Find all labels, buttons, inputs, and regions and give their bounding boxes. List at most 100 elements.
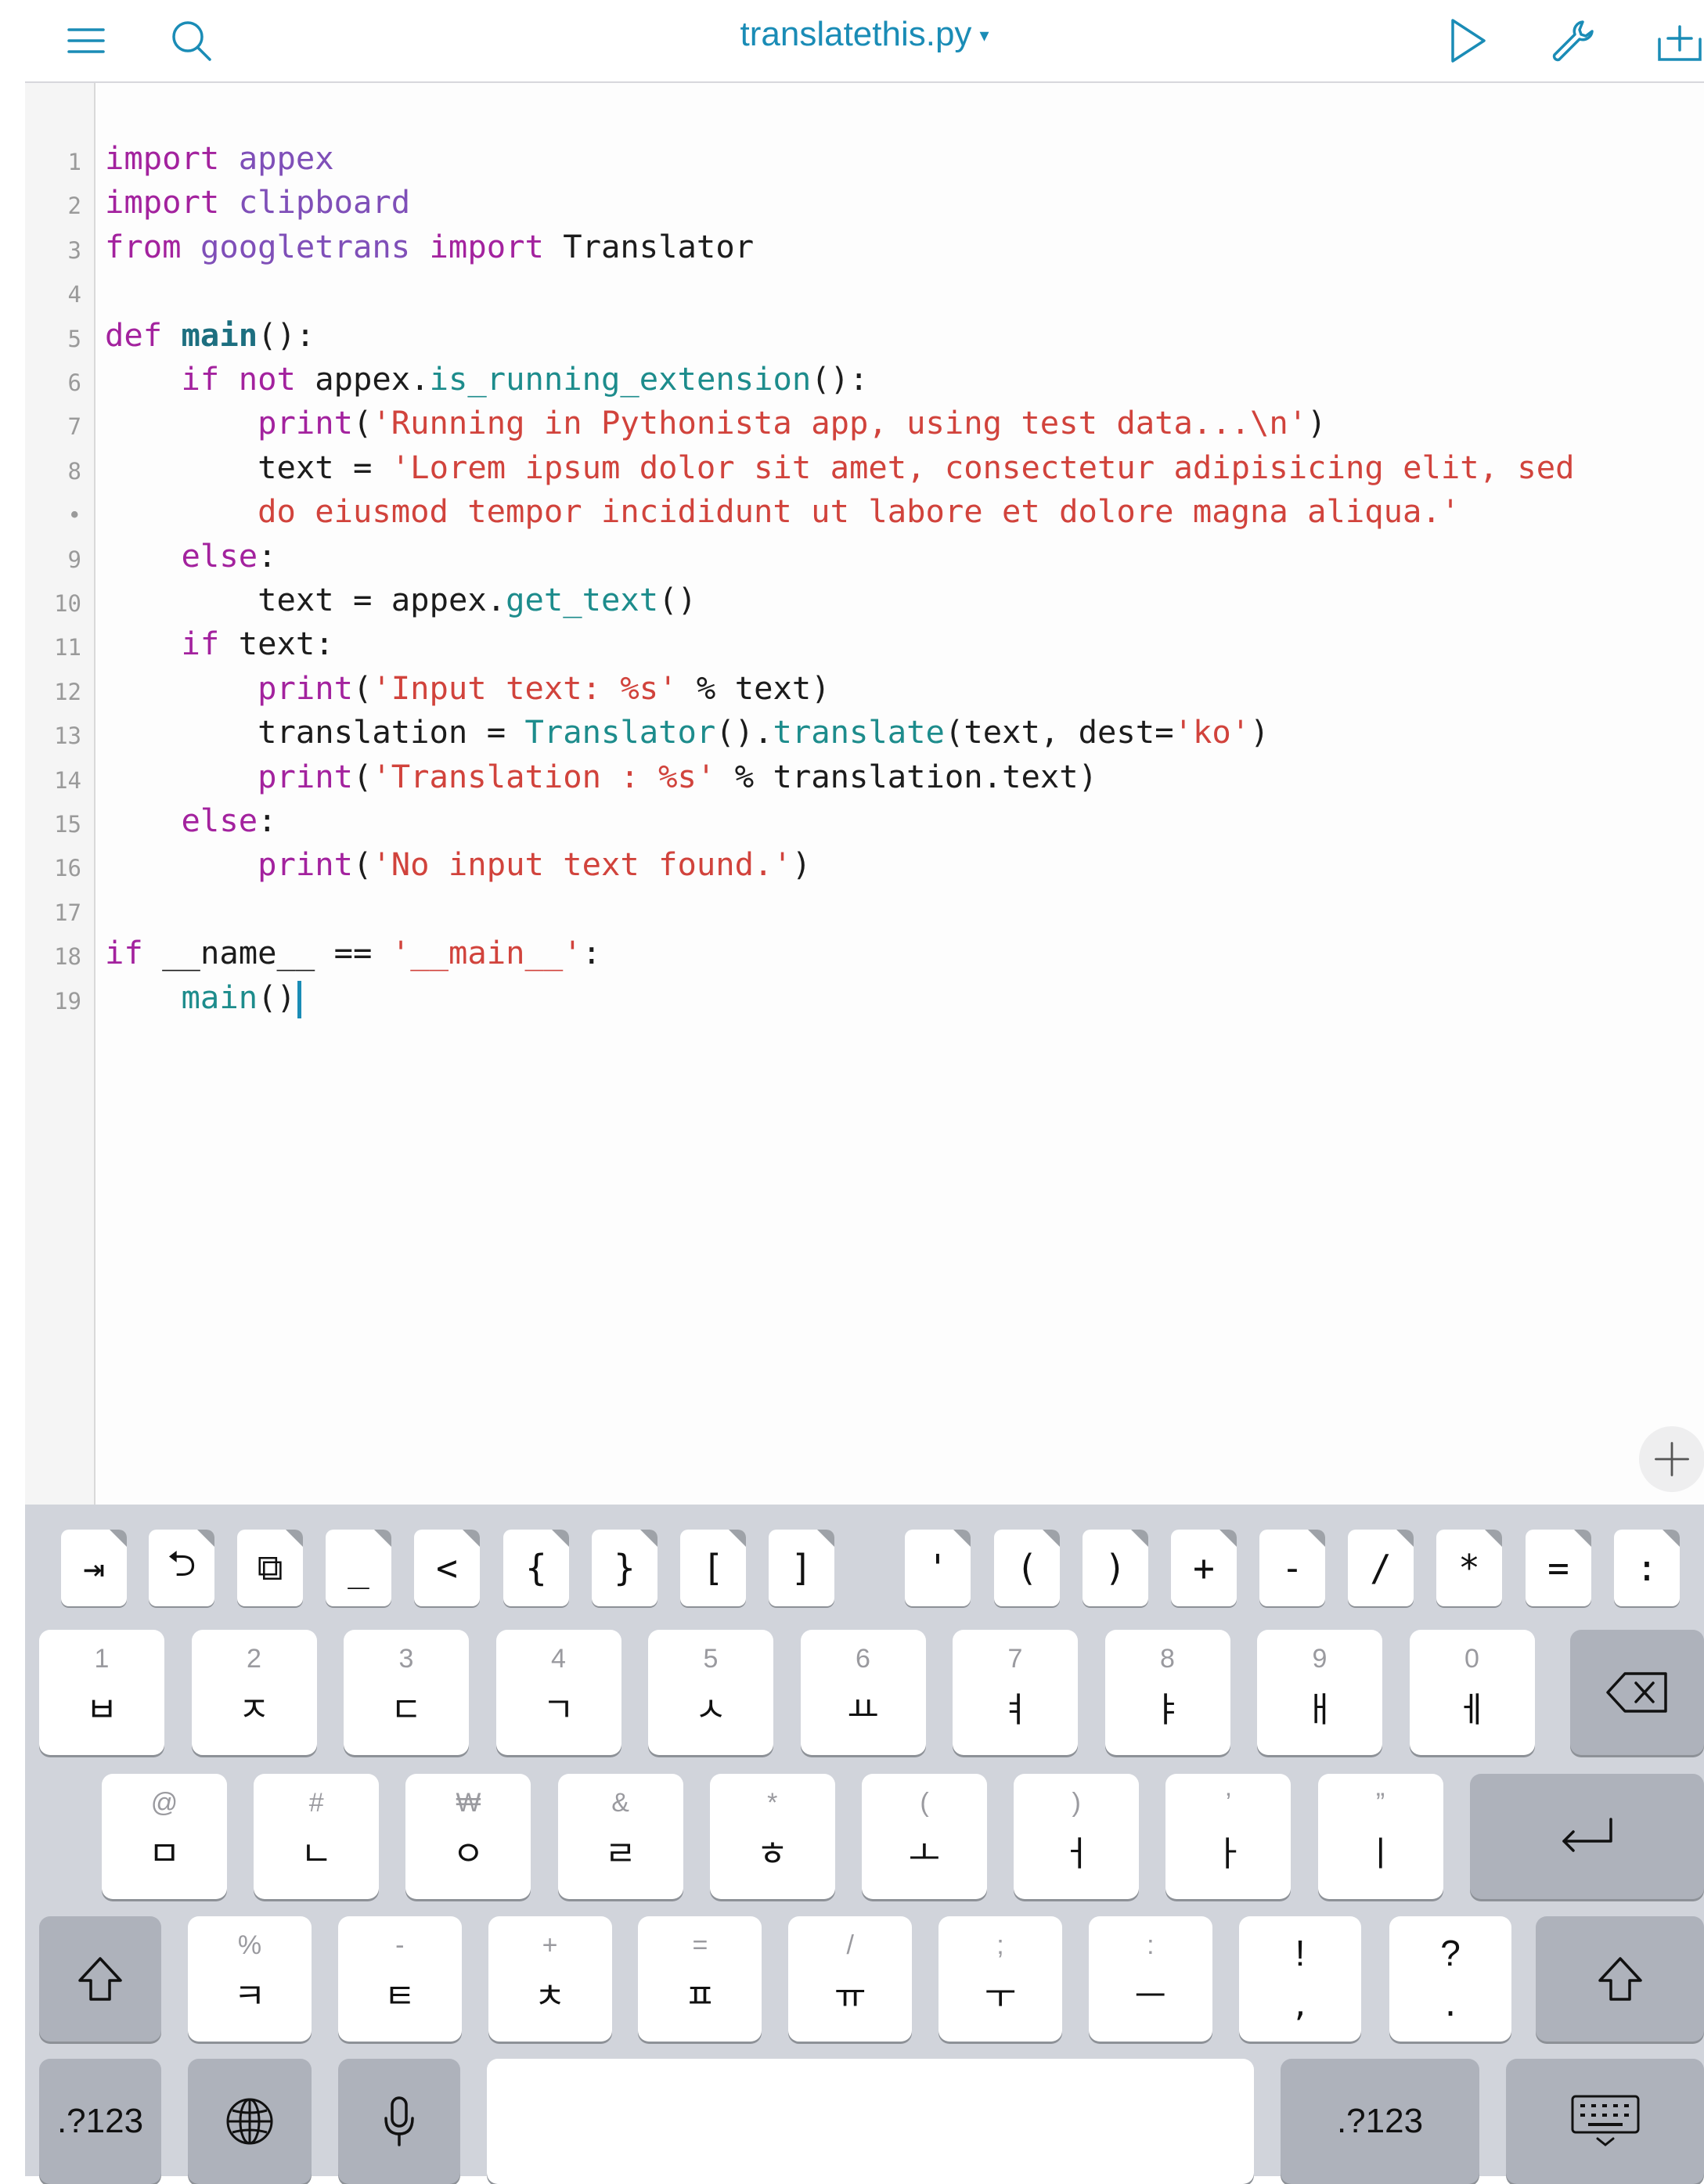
- key-hint: 8: [1160, 1644, 1175, 1674]
- add-button[interactable]: [1639, 1426, 1704, 1492]
- code-line: translation = Translator().translate(tex…: [258, 713, 1270, 751]
- letter-key[interactable]: ₩ ㅇ: [405, 1774, 531, 1899]
- letter-key[interactable]: = ㅍ: [638, 1916, 762, 2042]
- accessory-key[interactable]: }: [592, 1530, 657, 1606]
- corner-marker: [110, 1530, 127, 1547]
- shift-key-left[interactable]: [39, 1916, 161, 2042]
- punctuation-key[interactable]: ?.: [1389, 1916, 1511, 2042]
- line-number: •: [67, 502, 81, 529]
- letter-key[interactable]: / ㅠ: [788, 1916, 913, 2042]
- letter-key[interactable]: ; ㅜ: [938, 1916, 1062, 2042]
- accessory-key[interactable]: _: [326, 1530, 391, 1606]
- code-line: print('Running in Pythonista app, using …: [258, 404, 1327, 442]
- line-number: 16: [54, 855, 81, 882]
- letter-key[interactable]: 8ㅑ: [1104, 1630, 1230, 1755]
- letter-key[interactable]: :ㅡ: [1088, 1916, 1212, 2042]
- corner-marker: [953, 1530, 971, 1547]
- add-tab-icon[interactable]: [1648, 9, 1704, 72]
- letter-key[interactable]: 5ㅅ: [648, 1630, 773, 1755]
- corner-marker: [1131, 1530, 1148, 1547]
- accessory-key-label: <: [436, 1547, 458, 1589]
- accessory-key[interactable]: ]: [769, 1530, 834, 1606]
- code-line: else:: [181, 802, 277, 839]
- globe-key[interactable]: [188, 2059, 312, 2184]
- letter-key[interactable]: 3ㄷ: [344, 1630, 469, 1755]
- return-key[interactable]: [1470, 1774, 1704, 1899]
- key-hint: /: [846, 1930, 854, 1960]
- letter-key[interactable]: ’ ㅏ: [1165, 1774, 1292, 1899]
- accessory-key[interactable]: ): [1083, 1530, 1148, 1606]
- accessory-key[interactable]: [: [680, 1530, 746, 1606]
- accessory-key[interactable]: <: [414, 1530, 480, 1606]
- line-number: 17: [54, 899, 81, 926]
- accessory-key[interactable]: *: [1436, 1530, 1502, 1606]
- letter-key[interactable]: % ㅋ: [188, 1916, 312, 2042]
- accessory-key-label: ): [1104, 1547, 1126, 1589]
- key-label: .: [1444, 1982, 1457, 2024]
- letter-key[interactable]: (ㅗ: [862, 1774, 987, 1899]
- shift-left-icon: [39, 1916, 161, 2042]
- punctuation-key[interactable]: !,: [1239, 1916, 1361, 2042]
- numbers-right-label: .?123: [1336, 2102, 1424, 2140]
- key-hint: +: [542, 1930, 558, 1960]
- key-hint: @: [150, 1788, 178, 1818]
- accessory-key[interactable]: ⧉: [237, 1530, 303, 1606]
- wrench-icon[interactable]: [1542, 9, 1605, 72]
- key-hint: :: [1147, 1930, 1155, 1960]
- accessory-key-label: {: [525, 1547, 547, 1589]
- letter-key[interactable]: + ㅊ: [488, 1916, 612, 2042]
- letter-key[interactable]: 7ㅕ: [953, 1630, 1078, 1755]
- run-icon[interactable]: [1436, 9, 1498, 72]
- key-label: ㅎ: [756, 1834, 789, 1874]
- letter-key[interactable]: 4ㄱ: [495, 1630, 621, 1755]
- key-hint: 1: [94, 1644, 110, 1674]
- code-line: print('Translation : %s' % translation.t…: [258, 757, 1098, 795]
- accessory-key[interactable]: +: [1171, 1530, 1237, 1606]
- accessory-key-label: [: [702, 1547, 724, 1589]
- space-key[interactable]: [487, 2059, 1254, 2184]
- letter-key[interactable]: ) ㅓ: [1014, 1774, 1140, 1899]
- letter-key[interactable]: 9ㅐ: [1257, 1630, 1382, 1755]
- key-label: ㅇ: [452, 1834, 485, 1874]
- key-hint: 0: [1464, 1644, 1479, 1674]
- shift-key-right[interactable]: [1536, 1916, 1704, 2042]
- key-hint: ’: [1225, 1788, 1232, 1818]
- letter-key[interactable]: * ㅎ: [709, 1774, 835, 1899]
- code-line: text = appex.get_text(): [258, 581, 697, 618]
- accessory-key-label: /: [1370, 1547, 1392, 1589]
- accessory-key-label: :: [1636, 1547, 1658, 1589]
- key-label: ㄱ: [542, 1690, 575, 1730]
- accessory-key[interactable]: ⮌: [149, 1530, 214, 1606]
- accessory-key[interactable]: {: [503, 1530, 569, 1606]
- letter-key[interactable]: ” ㅣ: [1317, 1774, 1443, 1899]
- dictation-key[interactable]: [338, 2059, 460, 2184]
- corner-marker: [463, 1530, 480, 1547]
- letter-key[interactable]: @ ㅁ: [102, 1774, 227, 1899]
- accessory-key[interactable]: :: [1614, 1530, 1680, 1606]
- letter-key[interactable]: 6ㅛ: [800, 1630, 926, 1755]
- accessory-key[interactable]: =: [1526, 1530, 1591, 1606]
- accessory-key[interactable]: (: [994, 1530, 1060, 1606]
- key-hint: ): [1072, 1788, 1081, 1818]
- delete-key[interactable]: [1570, 1630, 1704, 1755]
- corner-marker: [1396, 1530, 1414, 1547]
- key-hint: 2: [247, 1644, 261, 1674]
- key-label: ㅣ: [1364, 1834, 1396, 1874]
- letter-key[interactable]: 0ㅔ: [1409, 1630, 1535, 1755]
- numbers-key-right[interactable]: .?123: [1281, 2059, 1479, 2184]
- accessory-key[interactable]: /: [1348, 1530, 1414, 1606]
- hide-keyboard-key[interactable]: [1506, 2059, 1704, 2184]
- accessory-key[interactable]: -: [1259, 1530, 1325, 1606]
- numbers-left-label: .?123: [56, 2102, 144, 2140]
- key-label: ㅋ: [233, 1977, 266, 2016]
- code-line: from googletrans import Translator: [105, 227, 755, 265]
- accessory-key[interactable]: ⇥: [61, 1530, 127, 1606]
- letter-key[interactable]: & ㄹ: [557, 1774, 683, 1899]
- accessory-key[interactable]: ': [905, 1530, 971, 1606]
- key-label: ㅁ: [148, 1834, 181, 1874]
- letter-key[interactable]: 2ㅈ: [191, 1630, 317, 1755]
- numbers-key-left[interactable]: .?123: [39, 2059, 161, 2184]
- letter-key[interactable]: -ㅌ: [337, 1916, 462, 2042]
- letter-key[interactable]: # ㄴ: [254, 1774, 380, 1899]
- letter-key[interactable]: 1ㅂ: [39, 1630, 164, 1755]
